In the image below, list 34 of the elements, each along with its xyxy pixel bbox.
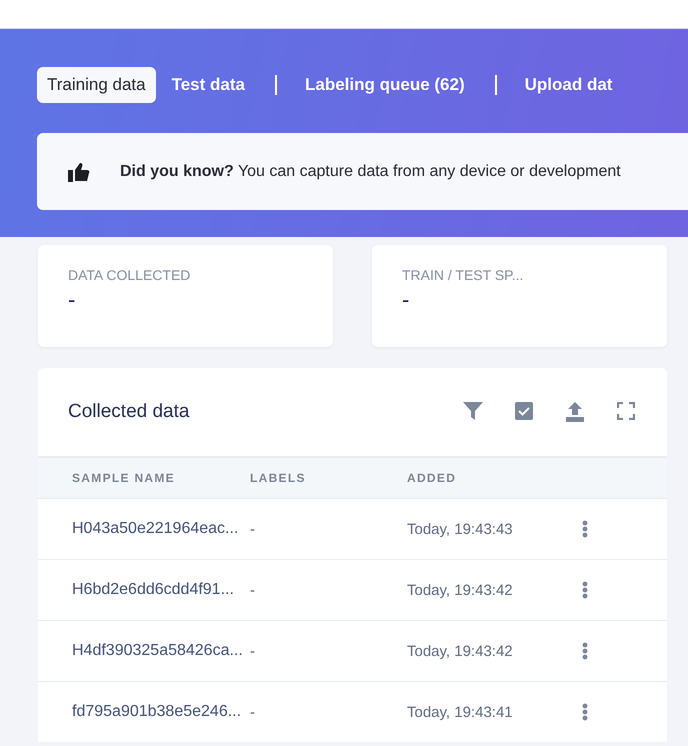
thumbs-up-icon <box>68 162 90 182</box>
column-header: ADDED <box>407 471 458 485</box>
more-icon[interactable] <box>582 703 588 721</box>
tip-text: Did you know? You can capture data from any device or development <box>120 162 621 180</box>
stat-label: DATA COLLECTED <box>68 267 192 283</box>
sample-name[interactable]: fd795a901b38e5e246... <box>38 703 250 721</box>
table-cell-text: Today, 19:43:42 <box>407 642 514 660</box>
checkbox-icon[interactable] <box>515 402 533 420</box>
tab[interactable]: Training data <box>37 67 156 103</box>
stat-label: TRAIN / TEST SP... <box>402 267 524 283</box>
sample-name[interactable]: H4df390325a58426ca... <box>38 642 250 660</box>
more-icon[interactable] <box>582 642 588 660</box>
table-cell-text: Today, 19:43:43 <box>407 520 514 538</box>
table-cell-text: - <box>250 642 256 660</box>
column-header: LABELS <box>250 471 307 485</box>
table-cell-text: - <box>250 520 256 538</box>
column-header: SAMPLE NAME <box>71 471 176 485</box>
table-cell-text: Today, 19:43:41 <box>407 704 514 720</box>
filter-icon[interactable] <box>463 402 483 420</box>
stat-value: - <box>68 287 76 313</box>
sample-name[interactable]: H6bd2e6dd6cdd4f91... <box>38 581 250 599</box>
more-icon[interactable] <box>582 581 588 599</box>
tab[interactable]: Upload dat <box>514 67 622 103</box>
table-title: Collected data <box>68 401 190 423</box>
table-cell-text: - <box>250 582 256 598</box>
upload-icon[interactable] <box>565 402 585 422</box>
sample-name[interactable]: H043a50e221964eac... <box>38 520 250 538</box>
fullscreen-icon[interactable] <box>617 402 635 420</box>
more-icon[interactable] <box>582 520 588 538</box>
tab[interactable]: Test data <box>162 67 255 103</box>
table-cell-text: - <box>250 704 256 720</box>
stat-value: - <box>402 287 410 313</box>
table-cell-text: Today, 19:43:42 <box>407 582 514 598</box>
tab[interactable]: Labeling queue (62) <box>294 67 475 103</box>
